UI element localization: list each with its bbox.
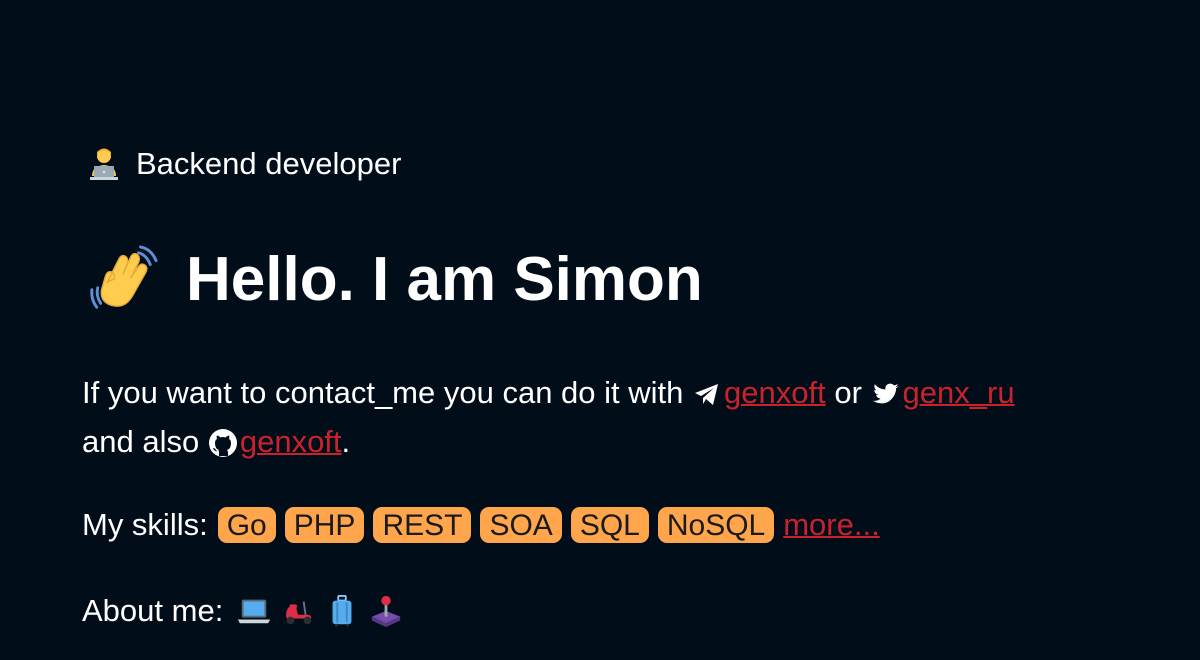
twitter-icon — [872, 383, 899, 404]
twitter-link[interactable]: genx_ru — [903, 375, 1015, 410]
motor-scooter-emoji-icon — [286, 601, 312, 625]
joystick-emoji-icon — [372, 595, 401, 628]
luggage-emoji-icon — [332, 594, 352, 627]
skill-tag-soa: SOA — [480, 507, 562, 543]
about-label: About me: — [82, 593, 224, 628]
telegram-link[interactable]: genxoft — [724, 375, 826, 410]
contact-intro: If you want to contact_me you can do it … — [82, 375, 684, 410]
laptop-emoji-icon — [238, 599, 271, 624]
about-row: About me: — [82, 590, 413, 632]
waving-hand-emoji-icon — [90, 245, 158, 309]
github-link[interactable]: genxoft — [240, 424, 342, 459]
skill-tag-go: Go — [217, 507, 276, 543]
role-line: Backend developer — [86, 144, 401, 184]
skills-label: My skills: — [82, 507, 208, 542]
page-title: Hello. I am Simon — [88, 240, 703, 320]
skill-tag-php: PHP — [284, 507, 365, 543]
skill-tag-rest: REST — [373, 507, 472, 543]
greeting-text: Hello. I am Simon — [186, 245, 703, 314]
role-text: Backend developer — [136, 146, 402, 181]
technologist-emoji-icon — [90, 148, 118, 180]
contact-paragraph: If you want to contact_me you can do it … — [82, 368, 1122, 466]
skill-tag-nosql: NoSQL — [657, 507, 775, 543]
contact-or: or — [834, 375, 862, 410]
skills-row: My skills: Go PHP REST SOA SQL NoSQL mor… — [82, 504, 880, 546]
contact-and-also: and also — [82, 424, 200, 459]
contact-end-punct: . — [341, 424, 351, 459]
skill-tag-sql: SQL — [570, 507, 649, 543]
github-icon — [208, 429, 237, 457]
skills-more-link[interactable]: more... — [783, 507, 879, 543]
telegram-icon — [695, 384, 719, 405]
page: Backend developer Hello. I am Simon If y… — [0, 0, 1200, 660]
